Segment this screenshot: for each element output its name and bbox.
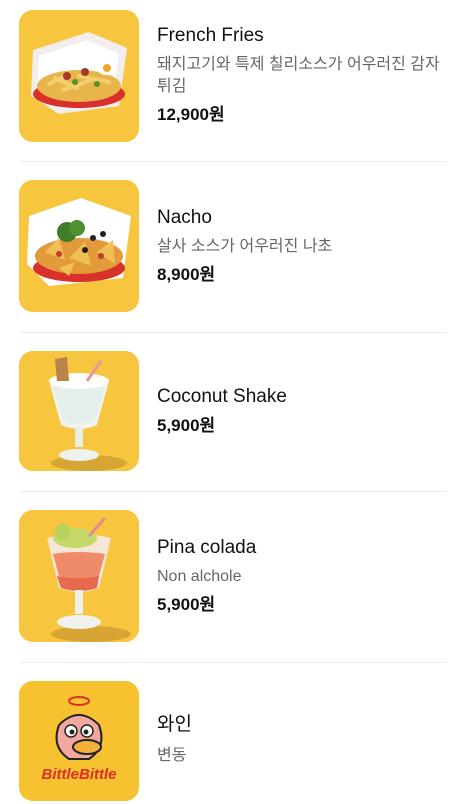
bittle-bittle-logo: BittleBittle <box>19 681 139 801</box>
menu-item-wine[interactable]: BittleBittle 와인 변동 <box>0 663 466 804</box>
menu-item-pina-colada[interactable]: Pina colada Non alchole 5,900원 <box>0 492 466 662</box>
item-info: Pina colada Non alchole 5,900원 <box>157 536 450 616</box>
item-price: 5,900원 <box>157 595 216 614</box>
item-price: 12,900원 <box>157 105 225 124</box>
nacho-basket-photo <box>19 180 139 312</box>
pina-colada-photo <box>19 510 139 642</box>
item-price: 5,900원 <box>157 416 216 435</box>
item-info: Nacho 살사 소스가 어우러진 나초 8,900원 <box>157 206 450 286</box>
item-description: 돼지고기와 특제 칠리소스가 어우러진 감자튀김 <box>157 56 440 95</box>
menu-list: French Fries 돼지고기와 특제 칠리소스가 어우러진 감자튀김 12… <box>0 0 466 804</box>
item-description: 변동 <box>157 747 187 764</box>
item-price: 8,900원 <box>157 265 216 284</box>
item-info: 와인 변동 <box>157 713 450 767</box>
fries-image <box>19 10 139 142</box>
shake-image <box>19 351 139 471</box>
item-info: French Fries 돼지고기와 특제 칠리소스가 어우러진 감자튀김 12… <box>157 24 450 126</box>
logo-wordmark: BittleBittle <box>42 766 117 783</box>
menu-item-french-fries[interactable]: French Fries 돼지고기와 특제 칠리소스가 어우러진 감자튀김 12… <box>0 0 466 162</box>
item-name: Coconut Shake <box>157 386 287 407</box>
nacho-image <box>19 180 139 312</box>
item-name: 와인 <box>157 714 192 735</box>
item-description: Non alchole <box>157 568 242 585</box>
menu-item-coconut-shake[interactable]: Coconut Shake 5,900원 <box>0 333 466 491</box>
coconut-shake-photo <box>19 351 139 471</box>
logo-image: BittleBittle <box>19 681 139 801</box>
pina-colada-image <box>19 510 139 642</box>
item-name: Pina colada <box>157 537 257 558</box>
item-name: French Fries <box>157 25 264 46</box>
fries-basket-photo <box>19 10 139 142</box>
item-description: 살사 소스가 어우러진 나초 <box>157 238 333 255</box>
item-info: Coconut Shake 5,900원 <box>157 385 450 437</box>
menu-item-nacho[interactable]: Nacho 살사 소스가 어우러진 나초 8,900원 <box>0 162 466 332</box>
item-name: Nacho <box>157 207 212 228</box>
